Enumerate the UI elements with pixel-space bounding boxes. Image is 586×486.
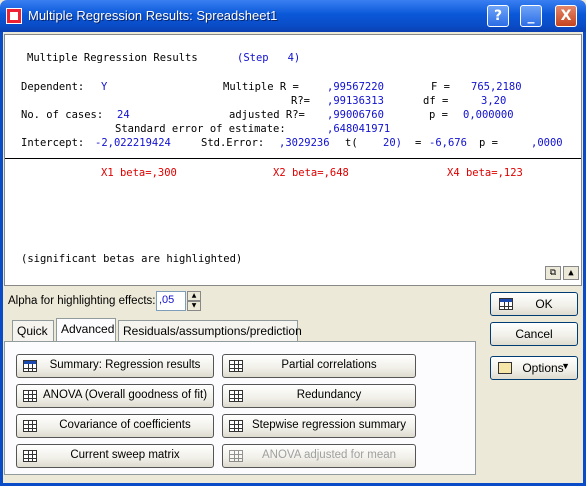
step-label: (Step 4) [237,52,301,64]
t-label: t( [345,137,358,149]
f-label: F = [431,81,450,93]
options-button[interactable]: Options ▼ [490,356,578,380]
scroll-up-icon[interactable]: ▲ [563,266,579,280]
multiple-r-value: ,99567220 [327,81,384,93]
anova-adjusted-button: ANOVA adjusted for mean [222,444,416,468]
copy-icon[interactable]: ⧉ [545,266,561,280]
adj-r2-label: adjusted R?= [229,109,305,121]
t-equals: = [415,137,422,149]
r2-label: R?= [291,95,310,107]
partial-correlations-button[interactable]: Partial correlations [222,354,416,378]
spin-up-icon[interactable]: ▲ [187,291,201,301]
anova-button[interactable]: ANOVA (Overall goodness of fit) [16,384,214,408]
f-value: 765,2180 [471,81,522,93]
sweep-matrix-button[interactable]: Current sweep matrix [16,444,214,468]
intercept-value: -2,022219424 [95,137,171,149]
window-title: Multiple Regression Results: Spreadsheet… [28,8,278,23]
p-value: 0,000000 [463,109,514,121]
table-icon [229,390,243,402]
cases-value: 24 [117,109,130,121]
results-panel: Multiple Regression Results (Step 4) Dep… [4,34,582,286]
intercept-label: Intercept: [21,137,85,149]
spin-down-icon[interactable]: ▼ [187,301,201,311]
redundancy-button[interactable]: Redundancy [222,384,416,408]
table-icon [229,360,243,372]
std-error-value: ,3029236 [279,137,330,149]
table-icon [23,420,37,432]
multiple-r-label: Multiple R = [223,81,299,93]
table-icon [229,420,243,432]
se-value: ,648041971 [327,123,391,135]
minimize-button[interactable]: _ [520,5,542,27]
alpha-spinner[interactable]: ▲ ▼ [187,291,201,311]
r2-value: ,99136313 [327,95,384,107]
cases-label: No. of cases: [21,109,104,121]
beta-x2: X2 beta=,648 [273,167,349,179]
p2-label: p = [479,137,498,149]
table-icon [23,450,37,462]
alpha-label: Alpha for highlighting effects: [8,295,156,307]
summary-button[interactable]: Summary: Regression results [16,354,214,378]
alpha-input[interactable]: ,05 [156,291,186,311]
results-heading: Multiple Regression Results [27,52,198,64]
p2-value: ,0000 [531,137,563,149]
df-value: 3,20 [481,95,507,107]
tab-residuals[interactable]: Residuals/assumptions/prediction [118,320,302,342]
dropdown-arrow-icon: ▼ [561,361,570,371]
tab-advanced[interactable]: Advanced [56,318,116,342]
adj-r2-value: ,99006760 [327,109,384,121]
results-divider [5,158,581,159]
ok-button[interactable]: OK [490,292,578,316]
df-label: df = [423,95,449,107]
dependent-label: Dependent: [21,81,85,93]
t-df: 20) [383,137,402,149]
summary-table-icon [23,360,37,372]
app-icon [6,8,22,24]
se-label: Standard error of estimate: [115,123,286,135]
std-error-label: Std.Error: [201,137,265,149]
beta-x4: X4 beta=,123 [447,167,523,179]
p-label: p = [429,109,448,121]
title-bar: Multiple Regression Results: Spreadsheet… [0,0,586,32]
tab-quick[interactable]: Quick [12,320,54,342]
significance-note: (significant betas are highlighted) [21,253,243,265]
cancel-button[interactable]: Cancel [490,322,578,346]
stepwise-summary-button[interactable]: Stepwise regression summary [222,414,416,438]
table-icon [229,450,243,462]
beta-x1: X1 beta=,300 [101,167,177,179]
covariance-button[interactable]: Covariance of coefficients [16,414,214,438]
dependent-value: Y [101,81,108,93]
t-value: -6,676 [429,137,467,149]
close-button[interactable]: X [555,5,577,27]
help-button[interactable]: ? [487,5,509,27]
table-icon [23,390,37,402]
